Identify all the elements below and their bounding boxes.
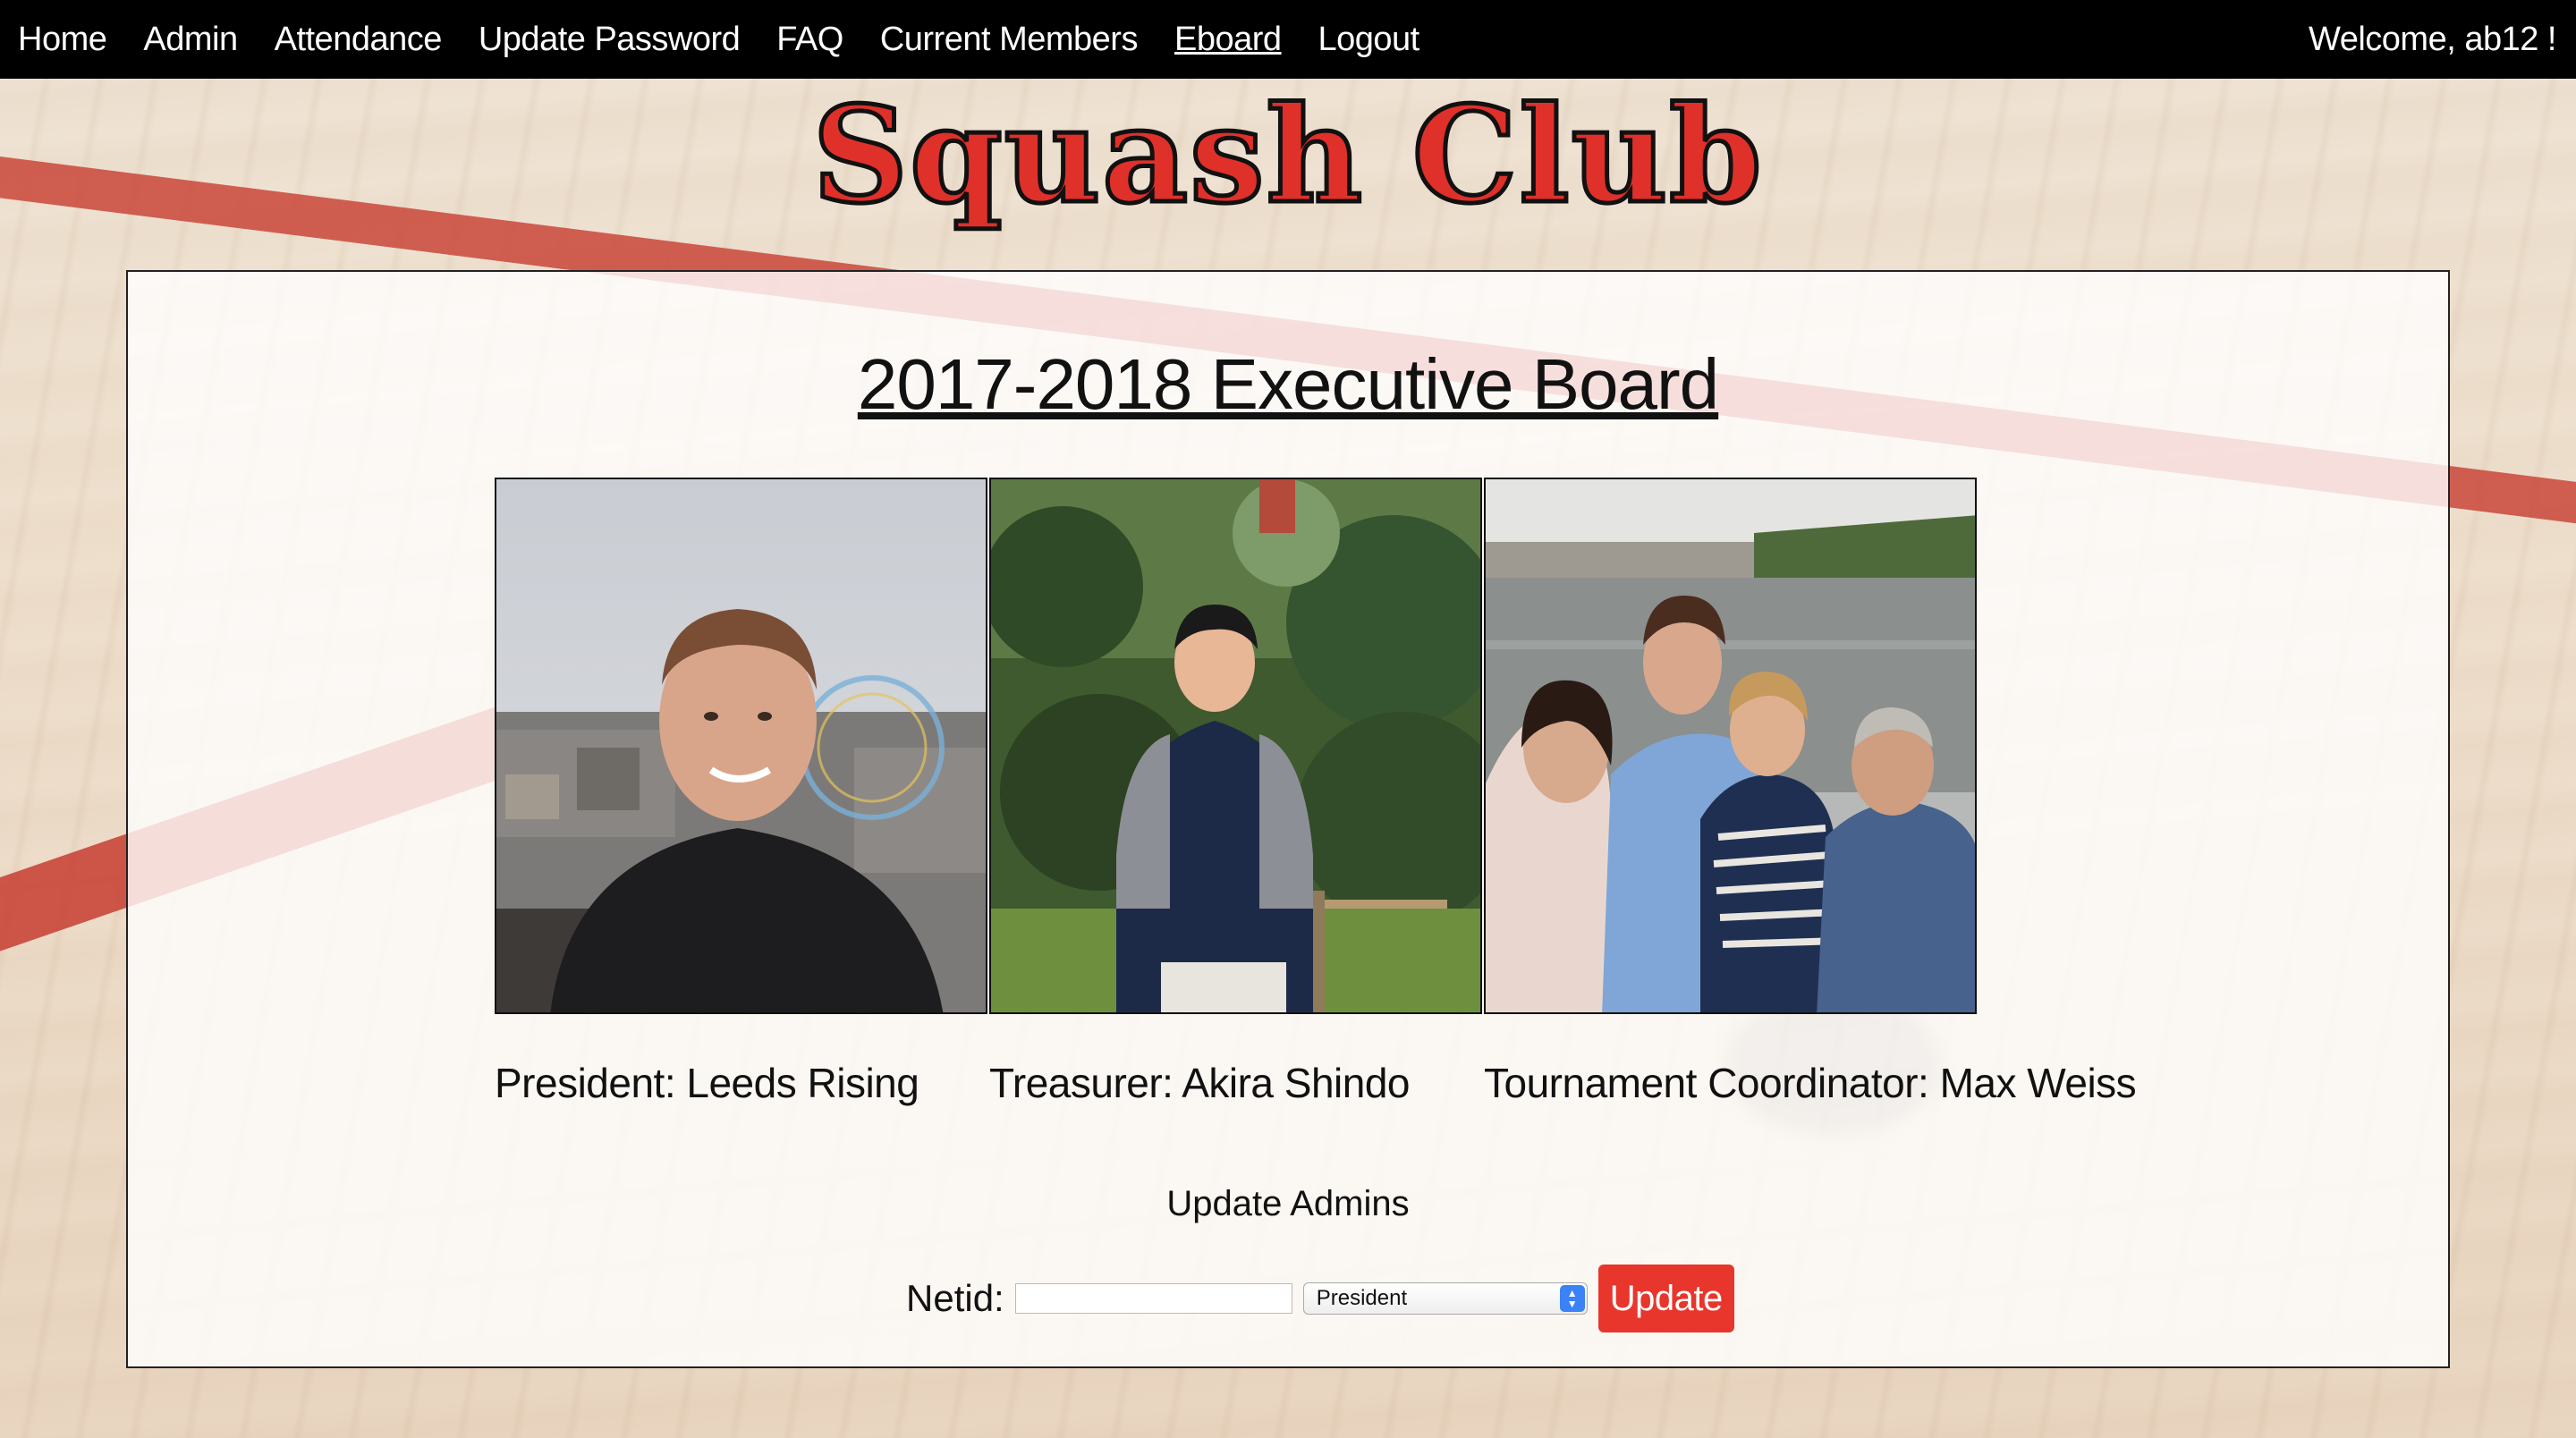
- site-title: Squash Club: [810, 77, 1764, 233]
- nav-links: Home Admin Attendance Update Password FA…: [0, 0, 1456, 79]
- member-photos: [495, 478, 1979, 1014]
- nav-admin[interactable]: Admin: [143, 21, 238, 59]
- welcome-message: Welcome, ab12 !: [2309, 21, 2556, 58]
- treasurer-photo: [989, 478, 1482, 1014]
- nav-current-members[interactable]: Current Members: [880, 21, 1139, 59]
- netid-label: Netid:: [906, 1277, 1004, 1319]
- select-arrows-icon: ▲ ▼: [1559, 1285, 1585, 1312]
- nav-faq[interactable]: FAQ: [776, 21, 843, 59]
- tournament-coordinator-caption: Tournament Coordinator: Max Weiss: [1484, 1060, 2137, 1106]
- nav-home[interactable]: Home: [18, 21, 107, 59]
- update-button[interactable]: Update: [1597, 1265, 1734, 1332]
- nav-update-password[interactable]: Update Password: [479, 21, 741, 59]
- update-admins-title: Update Admins: [1166, 1184, 1410, 1223]
- treasurer-caption: Treasurer: Akira Shindo: [989, 1060, 1411, 1106]
- tournament-coordinator-photo: [1484, 478, 1977, 1014]
- eboard-panel: 2017-2018 Executive Board President: Lee…: [126, 270, 2450, 1368]
- update-admins-form: Netid: President ▲ ▼ Update: [906, 1265, 1734, 1332]
- board-title: 2017-2018 Executive Board: [857, 344, 1719, 424]
- nav-attendance[interactable]: Attendance: [275, 21, 443, 59]
- president-caption: President: Leeds Rising: [495, 1060, 919, 1106]
- netid-input[interactable]: [1014, 1283, 1292, 1314]
- role-select[interactable]: President ▲ ▼: [1302, 1282, 1588, 1315]
- role-select-value: President: [1316, 1286, 1408, 1310]
- top-navbar: Home Admin Attendance Update Password FA…: [0, 0, 2576, 79]
- nav-logout[interactable]: Logout: [1318, 21, 1420, 59]
- nav-eboard[interactable]: Eboard: [1174, 21, 1282, 59]
- president-photo: [495, 478, 987, 1014]
